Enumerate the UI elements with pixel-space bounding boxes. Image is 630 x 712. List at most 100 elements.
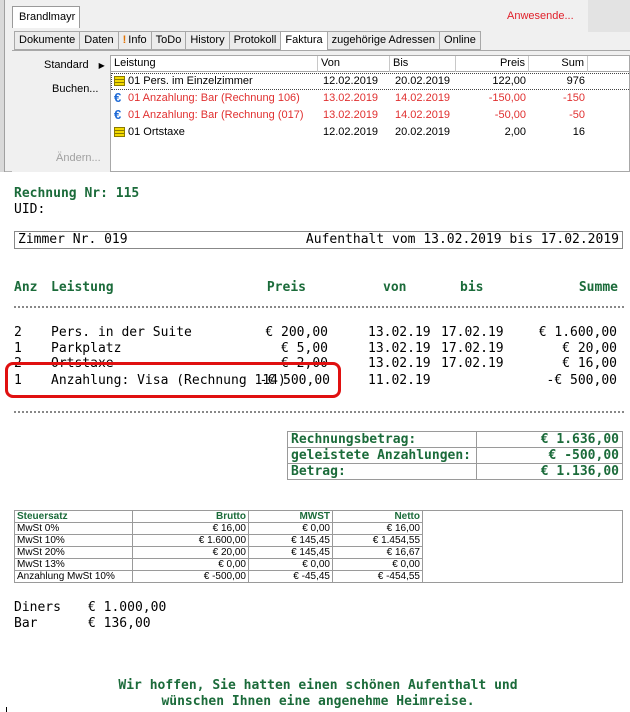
tab-info[interactable]: ! Info [117,31,151,50]
header-preis: Preis [266,280,306,295]
services-grid[interactable]: Leistung Von Bis Preis Sum 01 Pers. im E… [110,55,630,172]
tab-daten[interactable]: Daten [79,31,118,50]
euro-icon: € [114,90,122,105]
attendees-link[interactable]: Anwesende... [507,10,574,22]
payment-amount: € 1.000,00 [88,600,167,615]
tax-cell: € 0,00 [332,558,423,571]
closing-line-1: Wir hoffen, Sie hatten einen schönen Auf… [118,678,518,693]
tax-cell: € 0,00 [248,522,333,535]
guest-name-tab[interactable]: Brandlmayr [12,6,80,28]
tax-cell: € 145,45 [248,534,333,547]
tax-header: Steuersatz [14,510,133,523]
tab-dokumente[interactable]: Dokumente [14,31,80,50]
totals-row: geleistete Anzahlungen: € -500,00 [287,447,623,464]
tax-cell: € 0,00 [248,558,333,571]
totals-value: € 1.136,00 [476,463,623,480]
row-sum: -50 [569,109,585,121]
row-leistung: 01 Anzahlung: Bar (Rechnung 106) [128,92,300,104]
header-bis: bis [460,280,484,295]
triangle-right-icon: ▶ [98,61,105,70]
payment-method: Diners [14,600,61,615]
row-leistung: 01 Pers. im Einzelzimmer [128,75,253,87]
separator-top [14,306,624,308]
grid-row[interactable]: € 01 Anzahlung: Bar (Rechnung (017) 13.0… [111,107,630,124]
tax-table: Steuersatz Brutto MWST Netto MwSt 0% € 1… [14,510,623,583]
tax-cell: € 1.454,55 [332,534,423,547]
tax-cell: € 1.600,00 [132,534,249,547]
row-von: 13.02.2019 [323,92,379,104]
row-von: 13.02.2019 [323,109,379,121]
tab-zugehoerige-adressen[interactable]: zugehörige Adressen [326,31,440,50]
aendern-button[interactable]: Ändern... [56,152,101,164]
line-preis: € 200,00 [265,325,328,340]
tax-cell: MwSt 13% [14,558,133,571]
row-preis: -150,00 [488,92,526,104]
line-bis: 17.02.19 [441,341,504,356]
room-info-box: Zimmer Nr. 019 Aufenthalt vom 13.02.2019… [14,231,623,249]
line-preis: € 5,00 [281,341,328,356]
header-anz: Anz [14,280,38,295]
row-preis: 2,00 [504,126,526,138]
tax-cell: € 16,67 [332,546,423,559]
payment-line: Diners € 1.000,00 [14,600,166,615]
tax-cell: € 16,00 [132,522,249,535]
row-bis: 14.02.2019 [395,92,451,104]
closing-line-2: wünschen Ihnen eine angenehme Heimreise. [161,694,475,709]
room-number: Zimmer Nr. 019 [18,232,128,247]
exclamation-icon: ! [122,34,127,46]
line-von: 11.02.19 [368,373,431,388]
line-summe: € 16,00 [562,356,617,371]
grid-row[interactable]: € 01 Anzahlung: Bar (Rechnung 106) 13.02… [111,90,630,107]
row-sum: 16 [572,126,585,138]
line-von: 13.02.19 [368,356,431,371]
tab-bar: Dokumente Daten ! Info ToDo History Proto… [14,31,481,51]
line-anz: 1 [14,341,22,356]
totals-label: Betrag: [287,463,477,480]
row-von: 12.02.2019 [323,126,379,138]
col-leistung[interactable]: Leistung [111,56,318,72]
invoice-title: Rechnung Nr: 115 [14,186,140,201]
buchen-button[interactable]: Buchen... [52,83,98,95]
col-bis[interactable]: Bis [390,56,456,72]
header-summe: Summe [578,280,618,295]
tax-cell: MwSt 0% [14,522,133,535]
tab-online[interactable]: Online [439,31,481,50]
line-summe: -€ 500,00 [546,373,617,388]
col-sum[interactable]: Sum [529,56,588,72]
tab-faktura[interactable]: Faktura [280,31,327,51]
yellow-list-icon [114,76,125,86]
row-leistung: 01 Anzahlung: Bar (Rechnung (017) [128,109,304,121]
col-preis[interactable]: Preis [456,56,529,72]
tax-cell: € 145,45 [248,546,333,559]
line-summe: € 1.600,00 [538,325,617,340]
tax-cell: € 16,00 [332,522,423,535]
row-leistung: 01 Ortstaxe [128,126,185,138]
window-left-edge [0,0,5,172]
tax-cell: MwSt 10% [14,534,133,547]
grid-header: Leistung Von Bis Preis Sum [111,56,630,72]
row-sum: 976 [566,75,585,87]
tab-todo[interactable]: ToDo [150,31,186,50]
grid-row[interactable]: 01 Ortstaxe 12.02.2019 20.02.2019 2,00 1… [111,124,630,141]
euro-icon: € [114,107,122,122]
tab-protokoll[interactable]: Protokoll [228,31,281,50]
row-bis: 20.02.2019 [395,126,451,138]
tax-blank-cell [422,510,623,583]
tax-header-row: Steuersatz Brutto MWST Netto [14,510,623,583]
standard-menu-button[interactable]: Standard ▶ [44,59,105,71]
col-von[interactable]: Von [318,56,390,72]
tax-cell: € 0,00 [132,558,249,571]
row-preis: -50,00 [494,109,526,121]
yellow-list-icon [114,127,125,137]
line-leistung: Pers. in der Suite [51,325,192,340]
grid-row[interactable]: 01 Pers. im Einzelzimmer 12.02.2019 20.0… [111,73,630,90]
totals-value: € -500,00 [476,447,623,464]
totals-label: geleistete Anzahlungen: [287,447,477,464]
line-anz: 2 [14,325,22,340]
tab-history[interactable]: History [185,31,229,50]
standard-label: Standard [44,59,89,71]
line-von: 13.02.19 [368,341,431,356]
stay-period: Aufenthalt vom 13.02.2019 bis 17.02.2019 [305,232,619,247]
tax-cell: € -500,00 [132,570,249,583]
tax-header: Netto [332,510,423,523]
